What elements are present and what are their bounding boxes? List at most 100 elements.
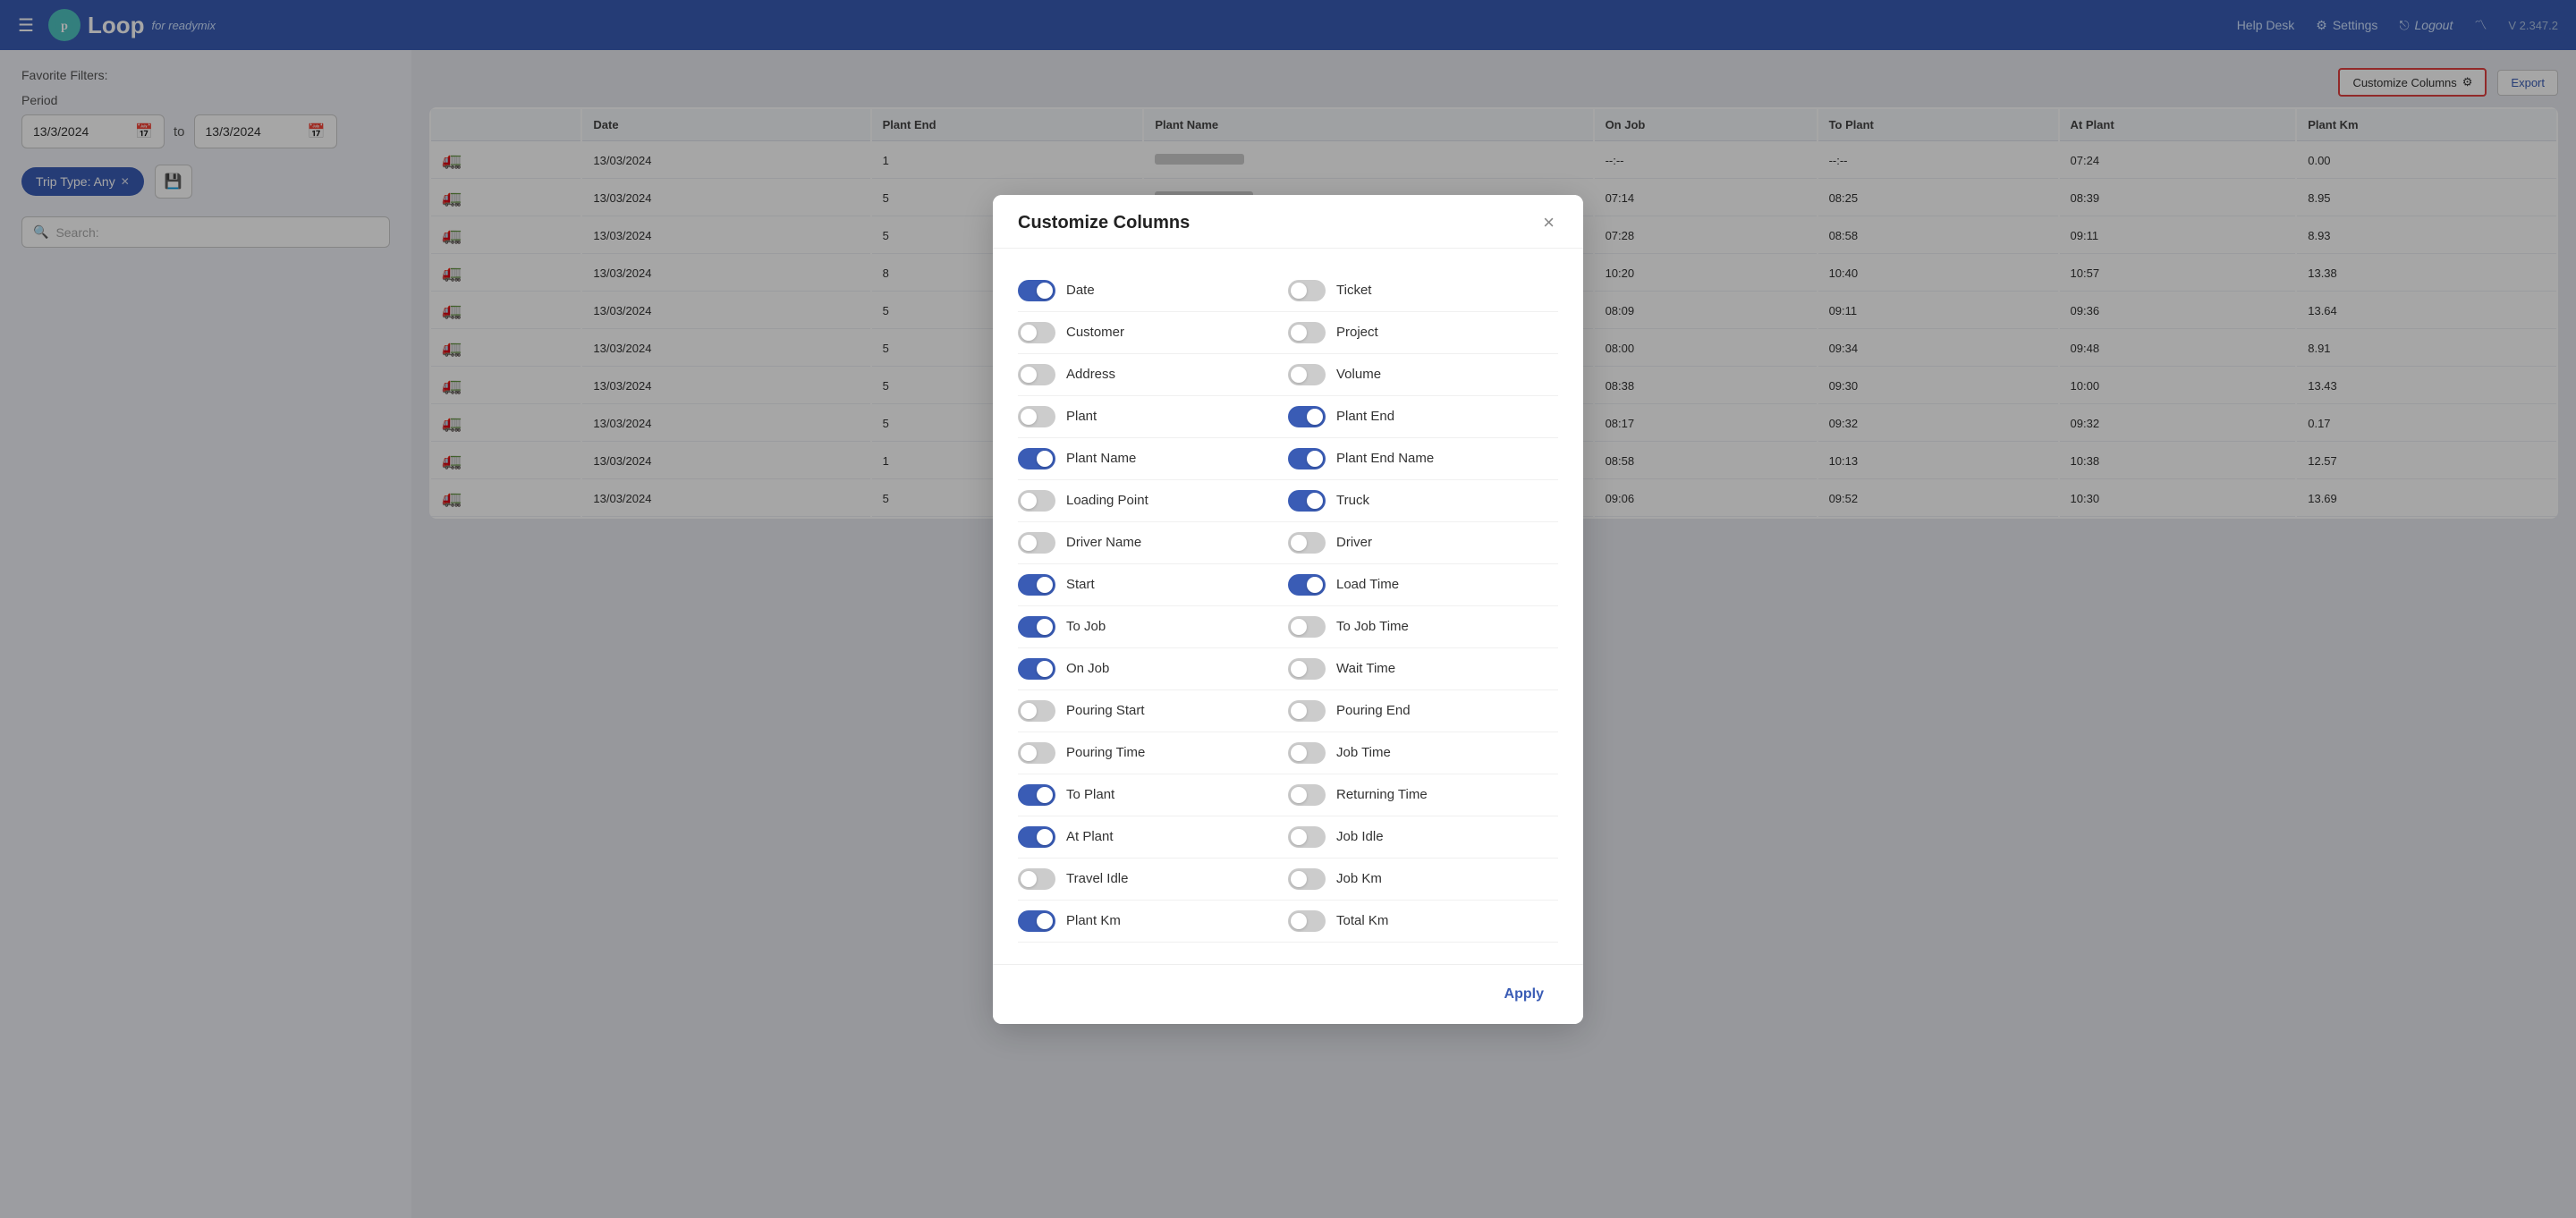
column-item-driver_name: Driver Name — [1018, 522, 1288, 564]
toggle-loading_point[interactable] — [1018, 490, 1055, 512]
toggle-wait_time[interactable] — [1288, 658, 1326, 680]
apply-button[interactable]: Apply — [1490, 979, 1558, 1010]
column-item-returning_time: Returning Time — [1288, 774, 1558, 816]
column-item-at_plant: At Plant — [1018, 816, 1288, 859]
modal-title: Customize Columns — [1018, 213, 1190, 233]
column-label-plant_km: Plant Km — [1066, 913, 1121, 928]
column-item-plant_km: Plant Km — [1018, 901, 1288, 943]
column-label-on_job: On Job — [1066, 661, 1109, 676]
column-item-to_job: To Job — [1018, 606, 1288, 648]
toggle-job_idle[interactable] — [1288, 826, 1326, 848]
column-item-plant: Plant — [1018, 396, 1288, 438]
toggle-plant_end[interactable] — [1288, 406, 1326, 427]
column-item-to_plant: To Plant — [1018, 774, 1288, 816]
toggle-returning_time[interactable] — [1288, 784, 1326, 806]
toggle-to_plant[interactable] — [1018, 784, 1055, 806]
toggle-truck[interactable] — [1288, 490, 1326, 512]
column-item-volume: Volume — [1288, 354, 1558, 396]
column-label-start: Start — [1066, 577, 1095, 592]
toggle-plant_name[interactable] — [1018, 448, 1055, 469]
toggle-to_job[interactable] — [1018, 616, 1055, 638]
toggle-date[interactable] — [1018, 280, 1055, 301]
toggle-load_time[interactable] — [1288, 574, 1326, 596]
columns-grid: Date Ticket Customer Project — [1018, 270, 1558, 943]
column-item-to_job_time: To Job Time — [1288, 606, 1558, 648]
column-item-project: Project — [1288, 312, 1558, 354]
column-item-on_job: On Job — [1018, 648, 1288, 690]
column-label-address: Address — [1066, 367, 1115, 382]
column-label-returning_time: Returning Time — [1336, 787, 1428, 802]
column-label-total_km: Total Km — [1336, 913, 1388, 928]
column-label-volume: Volume — [1336, 367, 1381, 382]
column-label-date: Date — [1066, 283, 1095, 298]
column-label-plant_end_name: Plant End Name — [1336, 451, 1434, 466]
toggle-pouring_start[interactable] — [1018, 700, 1055, 722]
column-label-customer: Customer — [1066, 325, 1124, 340]
column-label-to_plant: To Plant — [1066, 787, 1114, 802]
column-label-job_idle: Job Idle — [1336, 829, 1384, 844]
column-label-wait_time: Wait Time — [1336, 661, 1395, 676]
column-label-to_job: To Job — [1066, 619, 1106, 634]
column-label-travel_idle: Travel Idle — [1066, 871, 1128, 886]
column-label-driver_name: Driver Name — [1066, 535, 1141, 550]
modal-footer: Apply — [993, 964, 1583, 1024]
column-item-pouring_start: Pouring Start — [1018, 690, 1288, 732]
toggle-travel_idle[interactable] — [1018, 868, 1055, 890]
toggle-on_job[interactable] — [1018, 658, 1055, 680]
column-item-job_km: Job Km — [1288, 859, 1558, 901]
column-item-ticket: Ticket — [1288, 270, 1558, 312]
column-label-truck: Truck — [1336, 493, 1369, 508]
modal-overlay: Customize Columns × Date Ticket Customer — [0, 0, 2576, 1218]
column-label-job_time: Job Time — [1336, 745, 1391, 760]
toggle-address[interactable] — [1018, 364, 1055, 385]
column-label-at_plant: At Plant — [1066, 829, 1114, 844]
toggle-customer[interactable] — [1018, 322, 1055, 343]
toggle-pouring_end[interactable] — [1288, 700, 1326, 722]
column-item-plant_name: Plant Name — [1018, 438, 1288, 480]
column-item-job_idle: Job Idle — [1288, 816, 1558, 859]
column-item-pouring_end: Pouring End — [1288, 690, 1558, 732]
column-label-ticket: Ticket — [1336, 283, 1371, 298]
toggle-job_km[interactable] — [1288, 868, 1326, 890]
toggle-at_plant[interactable] — [1018, 826, 1055, 848]
toggle-plant_end_name[interactable] — [1288, 448, 1326, 469]
column-item-load_time: Load Time — [1288, 564, 1558, 606]
column-label-job_km: Job Km — [1336, 871, 1382, 886]
column-label-pouring_time: Pouring Time — [1066, 745, 1145, 760]
modal-header: Customize Columns × — [993, 195, 1583, 249]
toggle-driver[interactable] — [1288, 532, 1326, 554]
modal-close-button[interactable]: × — [1539, 213, 1558, 233]
column-label-project: Project — [1336, 325, 1378, 340]
toggle-start[interactable] — [1018, 574, 1055, 596]
column-item-address: Address — [1018, 354, 1288, 396]
column-item-job_time: Job Time — [1288, 732, 1558, 774]
toggle-plant[interactable] — [1018, 406, 1055, 427]
column-item-loading_point: Loading Point — [1018, 480, 1288, 522]
column-label-pouring_start: Pouring Start — [1066, 703, 1145, 718]
column-item-date: Date — [1018, 270, 1288, 312]
toggle-ticket[interactable] — [1288, 280, 1326, 301]
column-item-total_km: Total Km — [1288, 901, 1558, 943]
toggle-plant_km[interactable] — [1018, 910, 1055, 932]
column-item-truck: Truck — [1288, 480, 1558, 522]
column-label-to_job_time: To Job Time — [1336, 619, 1409, 634]
toggle-job_time[interactable] — [1288, 742, 1326, 764]
column-item-customer: Customer — [1018, 312, 1288, 354]
toggle-driver_name[interactable] — [1018, 532, 1055, 554]
column-item-travel_idle: Travel Idle — [1018, 859, 1288, 901]
column-label-plant: Plant — [1066, 409, 1097, 424]
toggle-volume[interactable] — [1288, 364, 1326, 385]
column-item-plant_end: Plant End — [1288, 396, 1558, 438]
toggle-pouring_time[interactable] — [1018, 742, 1055, 764]
column-item-start: Start — [1018, 564, 1288, 606]
column-label-pouring_end: Pouring End — [1336, 703, 1411, 718]
toggle-to_job_time[interactable] — [1288, 616, 1326, 638]
column-label-plant_name: Plant Name — [1066, 451, 1136, 466]
column-label-driver: Driver — [1336, 535, 1372, 550]
column-item-driver: Driver — [1288, 522, 1558, 564]
customize-columns-modal: Customize Columns × Date Ticket Customer — [993, 195, 1583, 1024]
column-label-loading_point: Loading Point — [1066, 493, 1148, 508]
column-item-wait_time: Wait Time — [1288, 648, 1558, 690]
toggle-total_km[interactable] — [1288, 910, 1326, 932]
toggle-project[interactable] — [1288, 322, 1326, 343]
